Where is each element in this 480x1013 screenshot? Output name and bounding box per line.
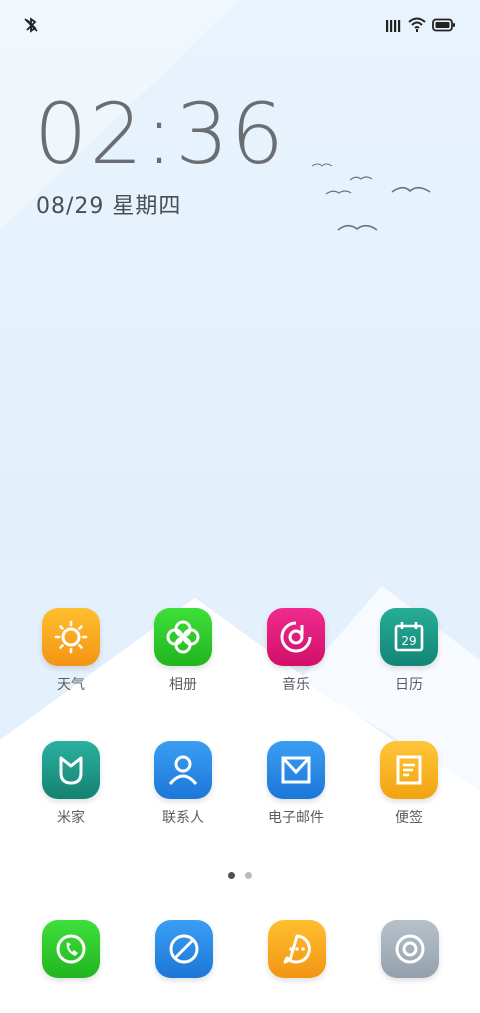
app-label: 电子邮件 [268,810,324,826]
app-calendar[interactable]: 29 日历 [353,608,465,694]
clock-time[interactable]: 02:36 [34,92,286,176]
gallery-flower-icon [154,608,212,666]
wifi-icon [408,17,426,32]
clock-date[interactable]: 08/29 星期四 [36,188,181,220]
camera-icon[interactable] [381,920,439,978]
battery-icon [432,18,455,32]
bluetooth-off-icon [24,17,38,33]
app-label: 日历 [395,677,423,693]
messages-icon[interactable] [268,920,326,978]
page-dot-1[interactable] [228,872,235,879]
calendar-day: 29 [401,634,416,648]
status-bar [0,0,480,52]
page-indicator[interactable] [0,872,480,879]
dock [0,914,480,980]
mijia-icon [42,741,100,799]
app-mijia[interactable]: 米家 [15,741,127,827]
music-disc-icon [267,608,325,666]
app-music[interactable]: 音乐 [240,608,352,694]
app-mail[interactable]: 电子邮件 [240,741,352,827]
app-label: 音乐 [282,677,310,693]
mail-icon [267,741,325,799]
app-label: 天气 [57,677,85,693]
app-notes[interactable]: 便签 [353,741,465,827]
browser-icon[interactable] [155,920,213,978]
app-weather[interactable]: 天气 [15,608,127,694]
birds-decoration [311,163,431,231]
calendar-icon: 29 [380,608,438,666]
app-contacts[interactable]: 联系人 [127,741,239,827]
notes-icon [380,741,438,799]
app-label: 联系人 [162,810,204,826]
signal-icon [386,20,401,32]
app-gallery[interactable]: 相册 [127,608,239,694]
page-dot-2[interactable] [245,872,252,879]
app-label: 相册 [169,677,197,693]
app-label: 米家 [57,810,85,826]
weather-sun-icon [42,608,100,666]
contacts-icon [154,741,212,799]
app-label: 便签 [395,810,423,826]
phone-icon[interactable] [42,920,100,978]
